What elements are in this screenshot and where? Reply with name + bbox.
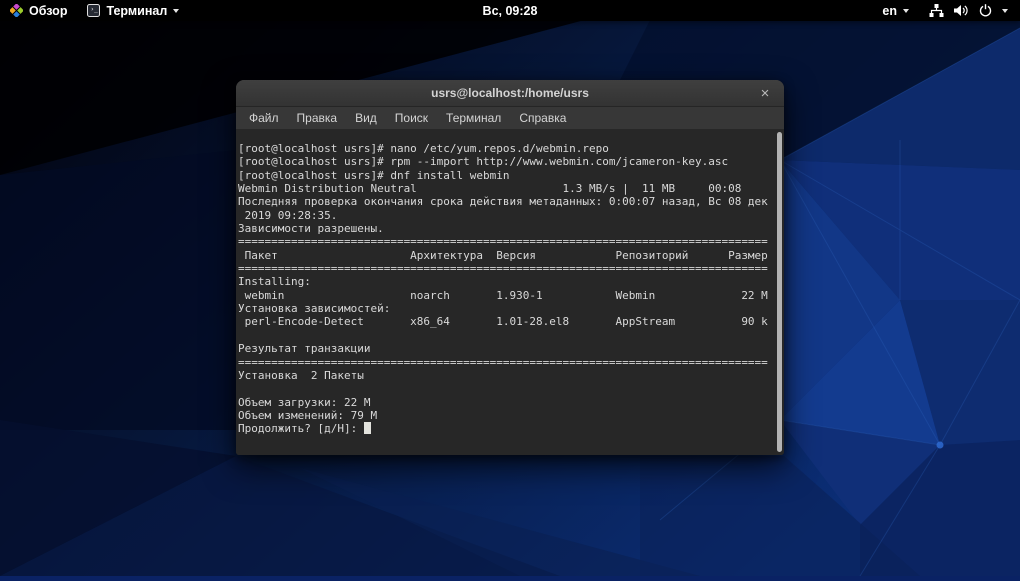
terminal-window: usrs@localhost:/home/usrs × Файл Правка … <box>236 80 784 455</box>
clock-label: Вс, 09:28 <box>483 4 538 18</box>
app-menu-button[interactable]: ›_ Терминал <box>77 0 189 21</box>
close-icon: × <box>761 85 770 102</box>
chevron-down-icon <box>1002 9 1008 13</box>
activities-label: Обзор <box>29 4 67 18</box>
network-icon <box>929 4 944 17</box>
scrollbar-thumb[interactable] <box>777 132 782 452</box>
terminal-content[interactable]: [root@localhost usrs]# nano /etc/yum.rep… <box>236 129 784 455</box>
window-titlebar[interactable]: usrs@localhost:/home/usrs × <box>236 80 784 107</box>
terminal-cursor <box>364 422 371 434</box>
app-menu-label: Терминал <box>106 4 167 18</box>
menu-item-file[interactable]: Файл <box>240 108 288 128</box>
top-bar: Обзор ›_ Терминал Вс, 09:28 en <box>0 0 1020 21</box>
window-title: usrs@localhost:/home/usrs <box>431 86 589 100</box>
chevron-down-icon <box>173 9 179 13</box>
chevron-down-icon <box>903 9 909 13</box>
distro-logo-icon <box>10 4 23 17</box>
activities-button[interactable]: Обзор <box>0 0 77 21</box>
menu-item-help[interactable]: Справка <box>510 108 575 128</box>
terminal-output[interactable]: [root@localhost usrs]# nano /etc/yum.rep… <box>236 129 784 436</box>
menu-bar: Файл Правка Вид Поиск Терминал Справка <box>236 107 784 129</box>
volume-icon <box>954 4 969 17</box>
menu-item-search[interactable]: Поиск <box>386 108 437 128</box>
keyboard-layout-label: en <box>882 4 897 18</box>
keyboard-layout-button[interactable]: en <box>872 0 919 21</box>
menu-item-view[interactable]: Вид <box>346 108 386 128</box>
system-menu-button[interactable] <box>919 0 1012 21</box>
close-button[interactable]: × <box>755 80 775 106</box>
power-icon <box>979 4 992 17</box>
clock-button[interactable]: Вс, 09:28 <box>483 4 538 18</box>
menu-item-terminal[interactable]: Терминал <box>437 108 510 128</box>
menu-item-edit[interactable]: Правка <box>288 108 347 128</box>
terminal-app-icon: ›_ <box>87 4 100 17</box>
